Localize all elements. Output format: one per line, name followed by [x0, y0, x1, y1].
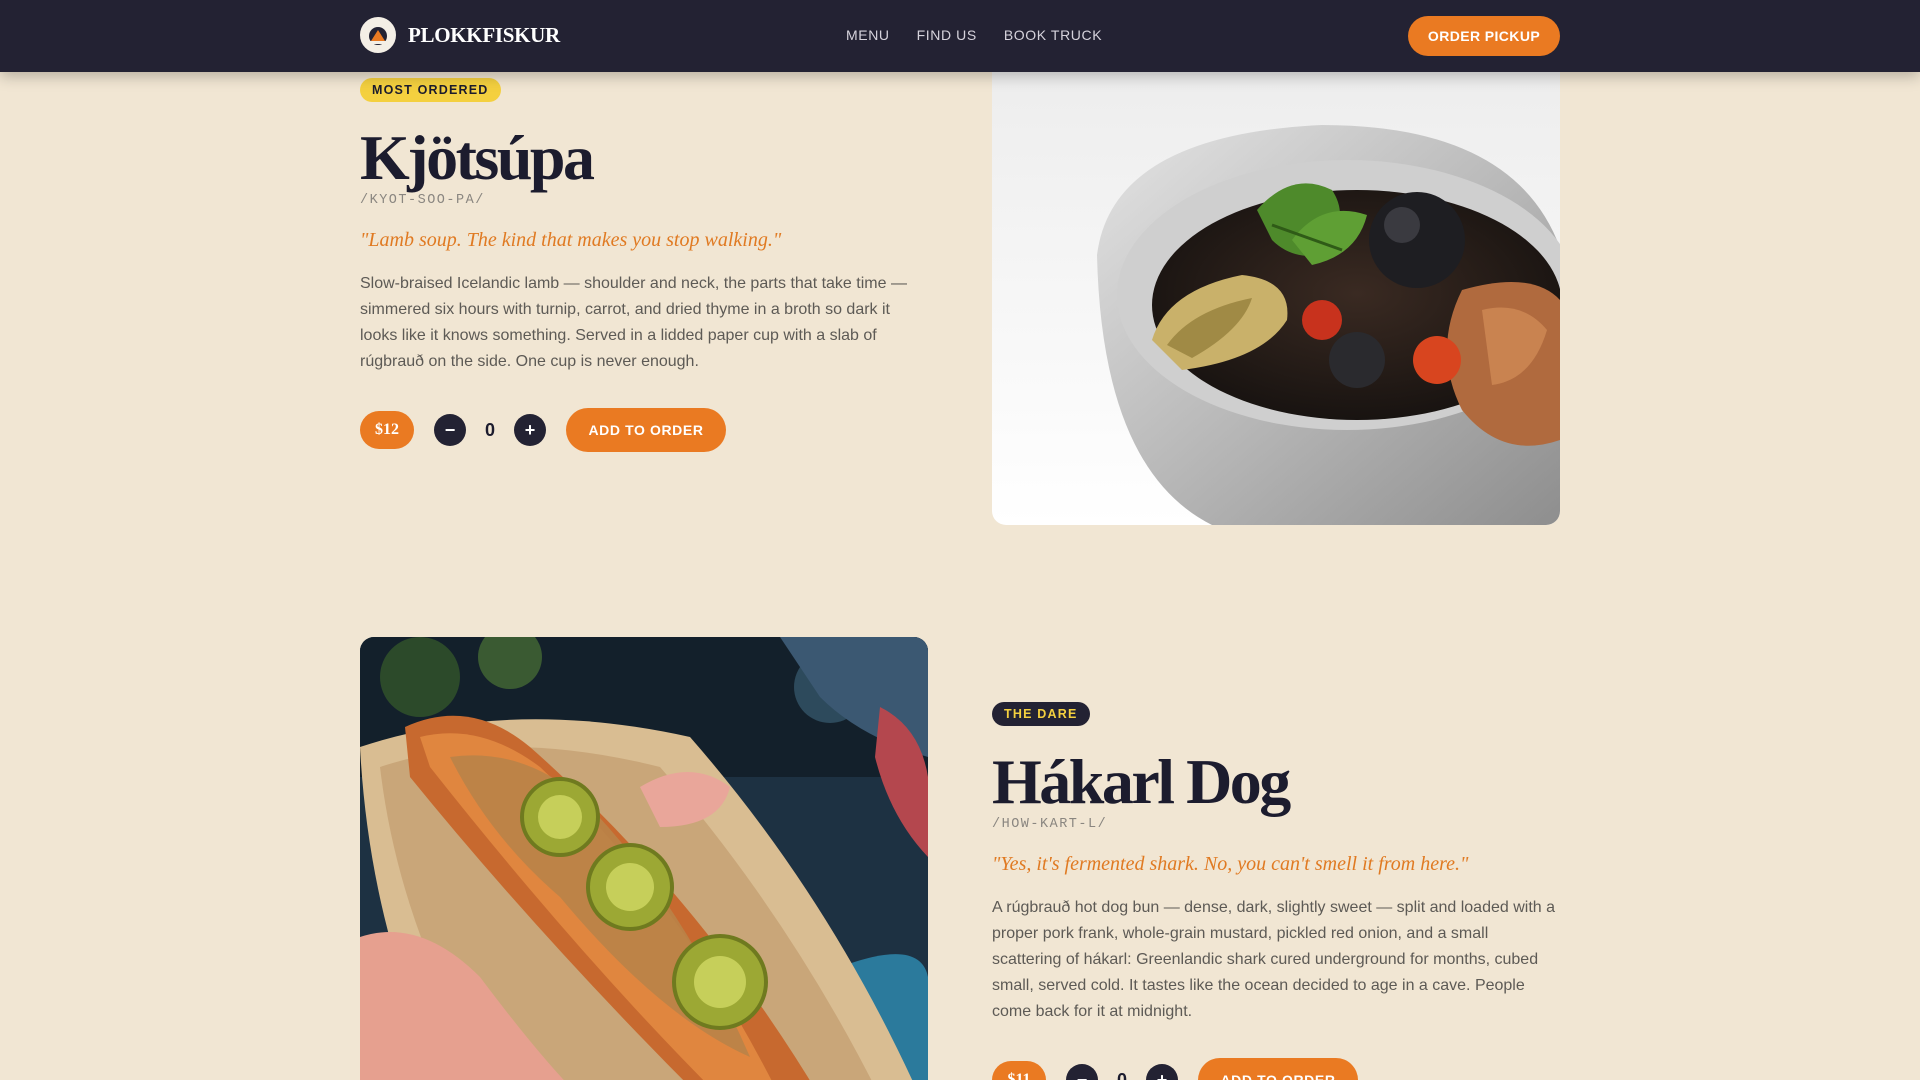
item-order-controls: $12 − 0 + ADD TO ORDER: [360, 408, 726, 452]
nav-link-find-us[interactable]: FIND US: [917, 27, 977, 43]
item-text: MOST ORDERED: [360, 78, 928, 102]
brand[interactable]: PLOKKFISKUR: [360, 17, 560, 53]
item-order-controls: $11 − 0 + ADD TO ORDER: [992, 1058, 1358, 1080]
quantity-value: 0: [1116, 1069, 1127, 1080]
item-badge: THE DARE: [992, 702, 1090, 726]
decrease-quantity-button[interactable]: −: [1066, 1064, 1098, 1080]
item-quote: "Yes, it's fermented shark. No, you can'…: [992, 853, 1469, 875]
item-title: Hákarl Dog: [992, 746, 1291, 817]
item-description: A rúgbrauð hot dog bun — dense, dark, sl…: [992, 899, 1556, 1020]
nav-link-book-truck[interactable]: BOOK TRUCK: [1004, 27, 1102, 43]
nav-links: MENU FIND US BOOK TRUCK: [846, 27, 1102, 43]
add-to-order-button[interactable]: ADD TO ORDER: [1198, 1058, 1358, 1080]
item-title: Kjötsúpa: [360, 122, 595, 193]
kjotsupa-photo: [992, 40, 1560, 525]
item-quote: "Lamb soup. The kind that makes you stop…: [360, 229, 782, 251]
item-pronunciation: /KYOT-SOO-PA/: [360, 193, 485, 208]
item-badge: MOST ORDERED: [360, 78, 501, 102]
top-nav: PLOKKFISKUR MENU FIND US BOOK TRUCK ORDE…: [0, 0, 1920, 72]
price-tag: $12: [360, 411, 414, 449]
decrease-quantity-button[interactable]: −: [434, 414, 466, 446]
order-pickup-button[interactable]: ORDER PICKUP: [1408, 16, 1560, 56]
increase-quantity-button[interactable]: +: [514, 414, 546, 446]
add-to-order-button[interactable]: ADD TO ORDER: [566, 408, 726, 452]
brand-name: PLOKKFISKUR: [408, 22, 560, 47]
item-text: THE DARE: [992, 702, 1560, 726]
hakarl-dog-photo: [360, 637, 928, 1080]
price-tag: $11: [992, 1061, 1046, 1080]
item-pronunciation: /HOW-KART-L/: [992, 817, 1108, 832]
quantity-value: 0: [484, 419, 495, 440]
item-description: Slow-braised Icelandic lamb — shoulder a…: [360, 275, 907, 370]
brand-logo-icon: [360, 17, 396, 53]
increase-quantity-button[interactable]: +: [1146, 1064, 1178, 1080]
nav-link-menu[interactable]: MENU: [846, 27, 890, 43]
